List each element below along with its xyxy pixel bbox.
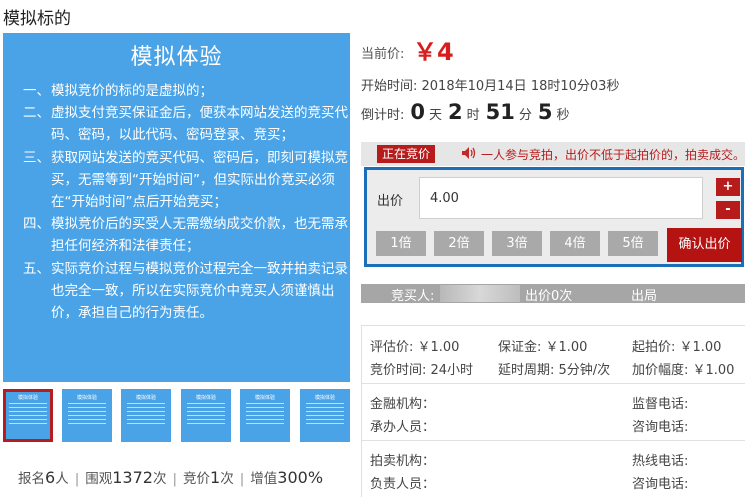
multiplier-4-button[interactable]: 4倍 <box>550 231 600 256</box>
consult-phone-2: 咨询电话: <box>632 477 689 492</box>
current-price-label: 当前价: <box>361 47 405 62</box>
bid-rule-text: 一人参与竞拍，出价不低于起拍价的，拍卖成交。 <box>481 148 746 162</box>
intro-item-number: 二、 <box>23 105 50 122</box>
delay-period: 延时周期: 5分钟/次 <box>498 363 611 378</box>
intro-item-text: 模拟竞价的标的是虚拟的； <box>51 83 213 99</box>
thumbnail[interactable]: 模拟体验 <box>240 389 290 442</box>
intro-item-text: 获取网站发送的竞买代码、密码后，即刻可模拟竞买，无需等到“开始时间”，但实际出价… <box>51 149 348 211</box>
intro-item-text: 实际竞价过程与模拟竞价过程完全一致并拍卖记录也完全一致，所以在实际竞价中竞买人须… <box>51 260 348 322</box>
thumbnail-title: 模拟体验 <box>195 395 216 401</box>
thumbnail-strip: 模拟体验 模拟体验 模拟体验 模拟体验 模拟体验 模拟体验 <box>3 389 350 443</box>
thumbnail[interactable]: 模拟体验 <box>181 389 231 442</box>
signup-count: 6 <box>45 468 56 487</box>
multiplier-1-button[interactable]: 1倍 <box>376 231 426 256</box>
status-badge: 正在竞价 <box>377 145 435 163</box>
intro-list: 一、 模拟竞价的标的是虚拟的； 二、 虚拟支付竞买保证金后，便获本网站发送的竞买… <box>23 80 348 324</box>
speaker-icon <box>462 147 476 159</box>
intro-item-text: 模拟竞价后的买受人无需缴纳成交价款，也无需承担任何经济和法律责任； <box>51 216 348 255</box>
bid-status-bar: 正在竞价 一人参与竞拍，出价不低于起拍价的，拍卖成交。 <box>361 142 745 166</box>
finance-org: 金融机构： <box>370 397 436 412</box>
countdown-seconds: 5 <box>537 100 553 124</box>
intro-item: 五、 实际竞价过程与模拟竞价过程完全一致并拍卖记录也完全一致，所以在实际竞价中竞… <box>23 258 348 325</box>
record-outcome-header: 出局 <box>631 289 658 304</box>
countdown-days: 0 <box>410 100 426 124</box>
bid-form: 出价 + - 1倍 2倍 3倍 4倍 5倍 确认出价 <box>364 167 744 267</box>
deposit: 保证金: ￥1.00 <box>498 340 588 355</box>
intro-item: 一、 模拟竞价的标的是虚拟的； <box>23 80 348 102</box>
bid-label: 出价 <box>377 194 404 209</box>
handler: 承办人员： <box>370 420 436 435</box>
decrease-button[interactable]: - <box>716 201 740 219</box>
thumbnail-title: 模拟体验 <box>135 395 156 401</box>
thumbnail-title: 模拟体验 <box>314 395 335 401</box>
views-label: 围观 <box>85 471 113 487</box>
premium-label: 增值 <box>250 471 278 487</box>
record-buyer-header: 竞买人: <box>391 289 435 304</box>
intro-item-number: 三、 <box>23 149 50 166</box>
blurred-buyer-name <box>440 285 520 302</box>
views-unit: 次 <box>152 471 167 487</box>
bid-increment: 加价幅度: ￥1.00 <box>632 363 735 378</box>
countdown-days-unit: 天 <box>429 108 443 123</box>
thumbnail-title: 模拟体验 <box>254 395 275 401</box>
bid-record-header: 竞买人: 出价0次 出局 <box>361 284 745 304</box>
thumbnail-title: 模拟体验 <box>76 395 97 401</box>
page-title: 模拟标的 <box>3 9 71 29</box>
views-count: 1372 <box>112 468 153 487</box>
thumbnail-title: 模拟体验 <box>17 395 38 401</box>
increase-button[interactable]: + <box>716 178 740 196</box>
start-time: 开始时间: 2018年10月14日 18时10分03秒 <box>361 79 620 94</box>
countdown-hours: 2 <box>448 100 463 124</box>
auction-org: 拍卖机构： <box>370 454 436 469</box>
start-price: 起拍价: ￥1.00 <box>632 340 722 355</box>
appraisal-price: 评估价: ￥1.00 <box>370 340 460 355</box>
confirm-bid-button[interactable]: 确认出价 <box>667 228 742 262</box>
intro-item-text: 虚拟支付竞买保证金后，便获本网站发送的竞买代码、密码，以此代码、密码登录、竞买； <box>51 105 348 144</box>
thumbnail[interactable]: 模拟体验 <box>121 389 171 442</box>
countdown-label: 倒计时: <box>361 108 405 123</box>
consult-phone: 咨询电话: <box>632 420 689 435</box>
premium-value: 300% <box>277 468 324 487</box>
signup-unit: 人 <box>55 471 69 487</box>
record-bid-header: 出价0次 <box>525 289 573 304</box>
intro-item-number: 一、 <box>23 83 50 99</box>
current-price: ￥4 <box>413 38 454 66</box>
countdown-minutes-unit: 分 <box>518 108 532 123</box>
multiplier-3-button[interactable]: 3倍 <box>492 231 542 256</box>
hotline: 热线电话: <box>632 454 689 469</box>
intro-title: 模拟体验 <box>130 45 223 70</box>
intro-item: 四、 模拟竞价后的买受人无需缴纳成交价款，也无需承担任何经济和法律责任； <box>23 213 348 257</box>
bid-amount-input[interactable] <box>419 177 703 219</box>
countdown: 倒计时: 0天 2时 51 分 5秒 <box>361 100 570 124</box>
stats-bar: 报名6人 | 围观1372次 | 竞价1次 | 增值300% <box>18 468 324 487</box>
bids-count: 1 <box>210 468 221 487</box>
thumbnail[interactable]: 模拟体验 <box>3 389 53 442</box>
supervise-phone: 监督电话: <box>632 397 689 412</box>
intro-item-number: 五、 <box>23 260 50 277</box>
countdown-hours-unit: 时 <box>466 108 480 123</box>
bids-unit: 次 <box>220 471 234 487</box>
countdown-seconds-unit: 秒 <box>556 108 570 123</box>
intro-panel: 模拟体验 一、 模拟竞价的标的是虚拟的； 二、 虚拟支付竞买保证金后，便获本网站… <box>3 33 350 382</box>
thumbnail[interactable]: 模拟体验 <box>300 389 350 442</box>
intro-item: 二、 虚拟支付竞买保证金后，便获本网站发送的竞买代码、密码，以此代码、密码登录、… <box>23 102 348 146</box>
thumbnail[interactable]: 模拟体验 <box>62 389 112 442</box>
manager: 负责人员： <box>370 477 436 492</box>
bids-label: 竞价 <box>183 471 211 487</box>
countdown-minutes: 51 <box>485 100 515 124</box>
intro-item-number: 四、 <box>23 216 50 233</box>
multiplier-5-button[interactable]: 5倍 <box>608 231 658 256</box>
multiplier-2-button[interactable]: 2倍 <box>434 231 484 256</box>
intro-item: 三、 获取网站发送的竞买代码、密码后，即刻可模拟竞买，无需等到“开始时间”，但实… <box>23 147 348 214</box>
bid-duration: 竞价时间: 24小时 <box>370 363 474 378</box>
signup-label: 报名 <box>18 471 45 487</box>
